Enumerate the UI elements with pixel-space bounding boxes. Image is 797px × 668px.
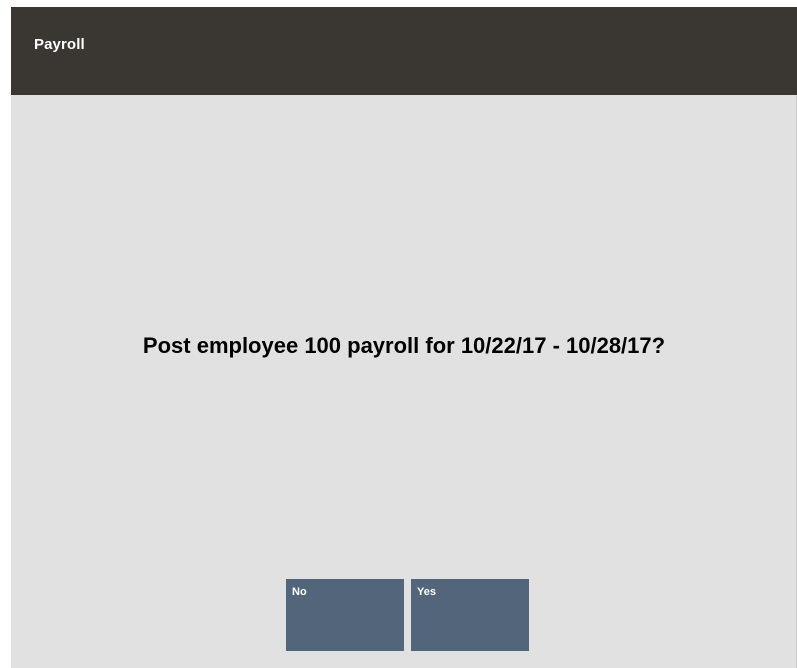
window-title: Payroll — [34, 36, 85, 53]
confirmation-prompt: Post employee 100 payroll for 10/22/17 -… — [142, 333, 666, 358]
no-button[interactable]: No — [286, 579, 404, 651]
yes-button-label: Yes — [417, 586, 436, 598]
yes-button[interactable]: Yes — [411, 579, 529, 651]
dialog-body: Post employee 100 payroll for 10/22/17 -… — [11, 95, 797, 668]
payroll-window: Payroll Post employee 100 payroll for 10… — [11, 7, 797, 668]
title-bar: Payroll — [11, 7, 797, 95]
button-row: No Yes — [286, 579, 529, 651]
no-button-label: No — [292, 586, 307, 598]
